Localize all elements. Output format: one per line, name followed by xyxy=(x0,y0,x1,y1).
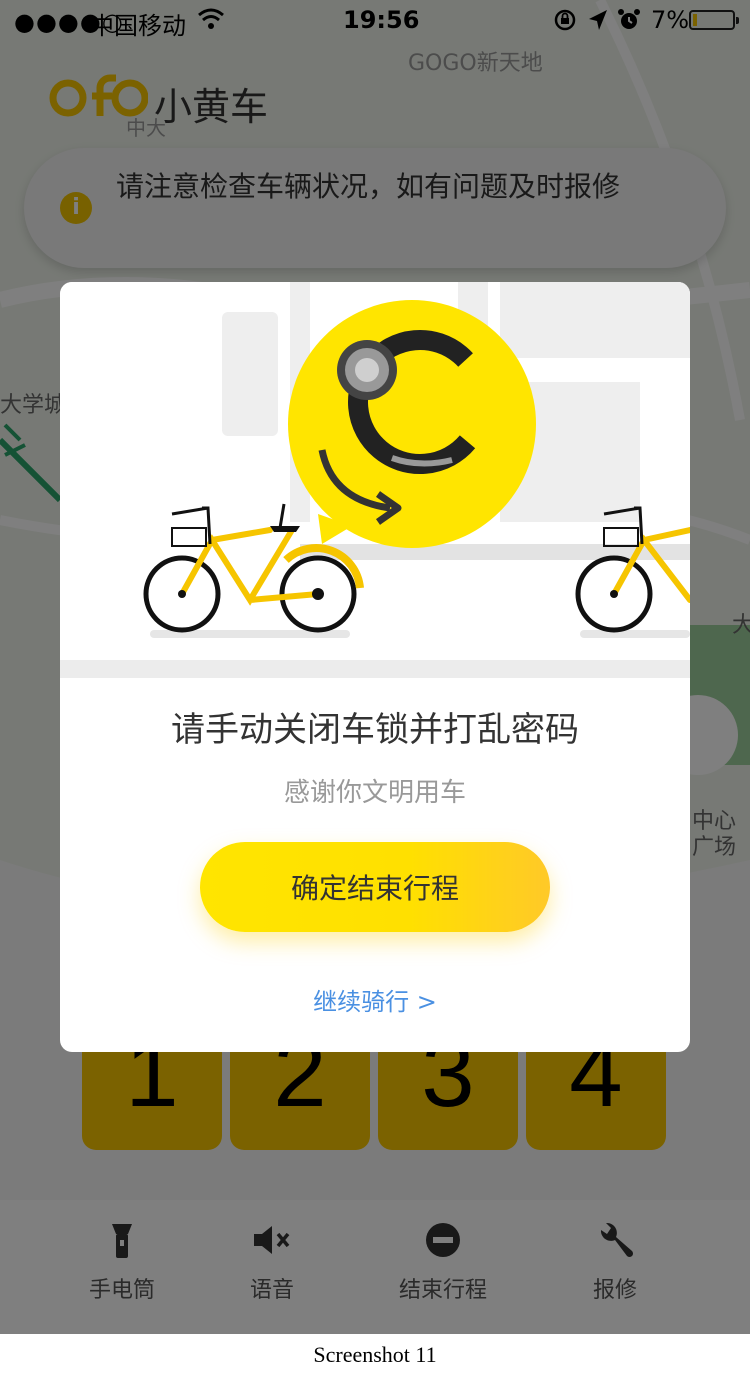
end-trip-dialog: 请手动关闭车锁并打乱密码 感谢你文明用车 确定结束行程 继续骑行 > xyxy=(60,282,690,1052)
screenshot-caption: Screenshot 11 xyxy=(0,1334,750,1375)
dialog-title: 请手动关闭车锁并打乱密码 xyxy=(171,710,579,750)
phone-screen: GOGO新天地 中大 大学城 中心 广场 大 ●●●●○ 中国移动 19:56 xyxy=(0,0,750,1334)
dialog-subtitle: 感谢你文明用车 xyxy=(283,778,466,808)
lock-instruction-illustration xyxy=(60,282,690,678)
continue-riding-link[interactable]: 继续骑行 > xyxy=(60,982,690,1017)
confirm-end-trip-button[interactable]: 确定结束行程 xyxy=(200,842,550,932)
